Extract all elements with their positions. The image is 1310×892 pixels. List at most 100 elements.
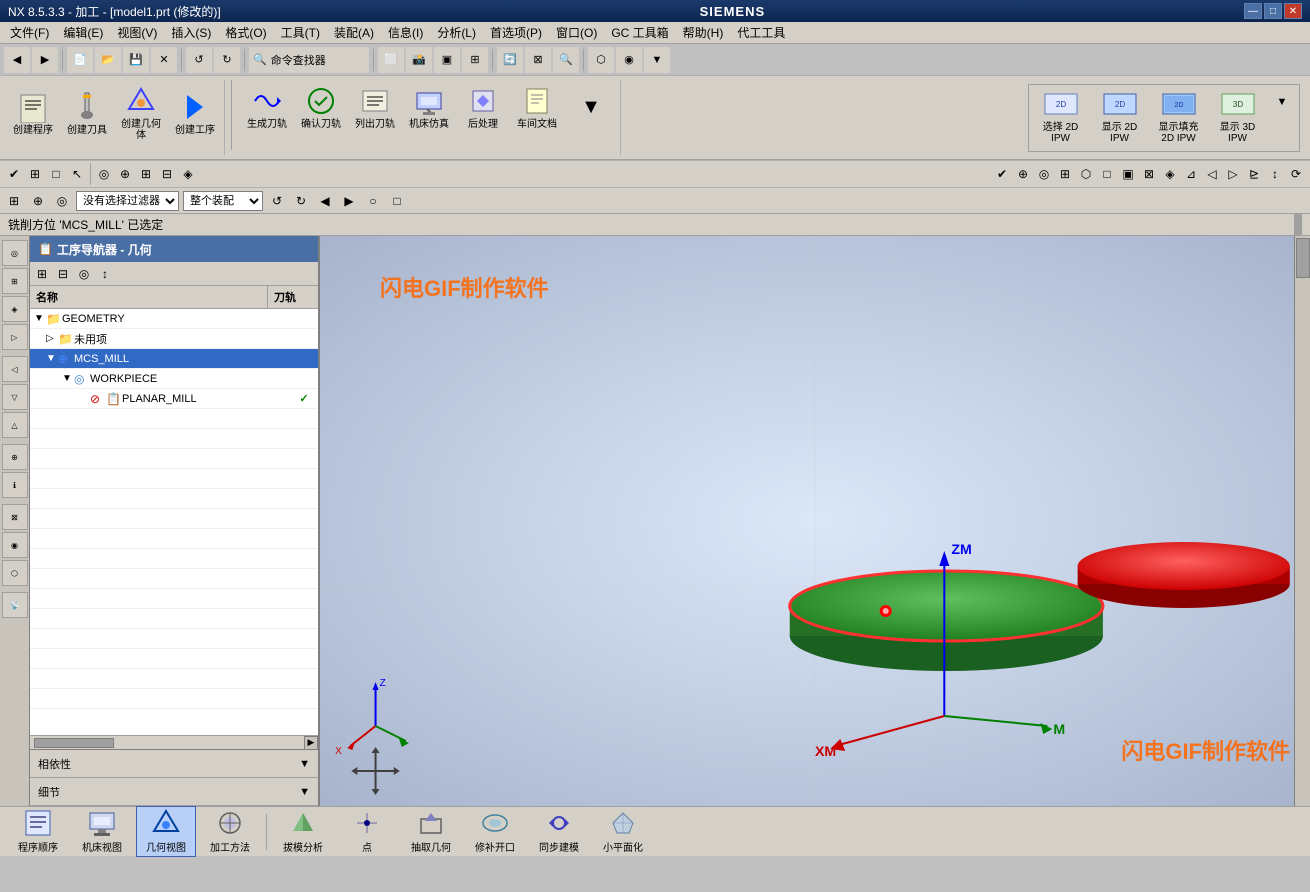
menu-item-9[interactable]: 首选项(P) (484, 22, 548, 43)
edge-tool-11[interactable]: ◉ (2, 532, 28, 558)
menu-item-12[interactable]: 帮助(H) (677, 22, 730, 43)
workpiece-row[interactable]: ▼ ◎ WORKPIECE (30, 369, 318, 389)
new-button[interactable]: 📄 (67, 47, 93, 73)
sel-tool-2[interactable]: ↻ (291, 191, 311, 211)
planar-mill-row[interactable]: ⊘ 📋 PLANAR_MILL ✓ (30, 389, 318, 409)
right-tool-13[interactable]: ⊵ (1244, 164, 1264, 184)
vscroll-thumb[interactable] (1296, 238, 1310, 278)
filter-dropdown[interactable]: 没有选择过滤器 (76, 191, 179, 211)
save-button[interactable]: 💾 (123, 47, 149, 73)
right-tool-11[interactable]: ◁ (1202, 164, 1222, 184)
redo-button[interactable]: ↻ (214, 47, 240, 73)
mcs-mill-row[interactable]: ▼ ⊕ MCS_MILL (30, 349, 318, 369)
zoom-btn[interactable]: 🔍 (553, 47, 579, 73)
menu-item-2[interactable]: 视图(V) (111, 22, 163, 43)
menu-item-3[interactable]: 插入(S) (165, 22, 217, 43)
edge-tool-12[interactable]: ⬡ (2, 560, 28, 586)
back-button[interactable]: ◀ (4, 47, 30, 73)
draft-analysis-button[interactable]: 拔模分析 (273, 806, 333, 857)
view-btn-3[interactable]: ▣ (434, 47, 460, 73)
viewport-vscroll[interactable] (1294, 236, 1310, 806)
snap3-icon[interactable]: ⊞ (136, 164, 156, 184)
machine-view-button[interactable]: 机床视图 (72, 806, 132, 857)
close-file-button[interactable]: ✕ (151, 47, 177, 73)
sel-icon-1[interactable]: ⊞ (4, 191, 24, 211)
edge-tool-2[interactable]: ⊞ (2, 268, 28, 294)
menu-item-13[interactable]: 代工工具 (731, 22, 791, 43)
sel-tool-1[interactable]: ↺ (267, 191, 287, 211)
create-tool-button[interactable]: 创建刀具 (62, 82, 112, 144)
forward-button[interactable]: ▶ (32, 47, 58, 73)
right-tool-5[interactable]: ⬡ (1076, 164, 1096, 184)
show-2d-ipw-button[interactable]: 2D 显示 2DIPW (1092, 89, 1147, 147)
view-btn-1[interactable]: ⬜ (378, 47, 404, 73)
verify-toolpath-button[interactable]: 确认刀轨 (296, 82, 346, 133)
open-button[interactable]: 📂 (95, 47, 121, 73)
viewport[interactable]: 闪电GIF制作软件 (320, 236, 1310, 806)
sel-tool-5[interactable]: ○ (363, 191, 383, 211)
more-btn[interactable]: ▼ (644, 47, 670, 73)
edge-tool-1[interactable]: ◎ (2, 240, 28, 266)
display-btn[interactable]: ◉ (616, 47, 642, 73)
command-finder-button[interactable]: 🔍 命令查找器 (249, 47, 369, 73)
right-tool-2[interactable]: ⊕ (1013, 164, 1033, 184)
ipw-more-button[interactable]: ▼ (1269, 89, 1295, 115)
filter-icon[interactable]: ⊞ (25, 164, 45, 184)
edge-tool-13[interactable]: 📡 (2, 592, 28, 618)
right-tool-4[interactable]: ⊞ (1055, 164, 1075, 184)
right-tool-14[interactable]: ↕ (1265, 164, 1285, 184)
undo-button[interactable]: ↺ (186, 47, 212, 73)
facet-button[interactable]: 小平面化 (593, 806, 653, 857)
right-tool-10[interactable]: ⊿ (1181, 164, 1201, 184)
machine-simulate-button[interactable]: 机床仿真 (404, 82, 454, 133)
sel-tool-6[interactable]: □ (387, 191, 407, 211)
dependence-section[interactable]: 相依性 ▼ (30, 750, 318, 778)
postprocess-button[interactable]: 后处理 (458, 82, 508, 133)
panel-tool-4[interactable]: ↕ (95, 264, 115, 284)
edge-tool-10[interactable]: ⊠ (2, 504, 28, 530)
right-tool-9[interactable]: ◈ (1160, 164, 1180, 184)
menu-item-7[interactable]: 信息(I) (382, 22, 429, 43)
menu-item-11[interactable]: GC 工具箱 (605, 22, 674, 43)
unused-row[interactable]: ▷ 📁 未用项 (30, 329, 318, 349)
extract-geometry-button[interactable]: 抽取几何 (401, 806, 461, 857)
show-3d-ipw-button[interactable]: 3D 显示 3DIPW (1210, 89, 1265, 147)
tree-content[interactable]: ▼ 📁 GEOMETRY ▷ 📁 未用项 ▼ ⊕ MCS_MILL ▼ ◎ (30, 309, 318, 735)
menu-item-1[interactable]: 编辑(E) (57, 22, 109, 43)
menu-item-6[interactable]: 装配(A) (328, 22, 380, 43)
generate-toolpath-button[interactable]: 生成刀轨 (242, 82, 292, 133)
menu-item-8[interactable]: 分析(L) (431, 22, 482, 43)
create-geometry-button[interactable]: 创建几何体 (116, 82, 166, 144)
close-button[interactable]: ✕ (1284, 3, 1302, 19)
create-program-button[interactable]: 创建程序 (8, 82, 58, 144)
list-toolpath-button[interactable]: 列出刀轨 (350, 82, 400, 133)
assembly-dropdown[interactable]: 整个装配 (183, 191, 263, 211)
right-tool-1[interactable]: ✔ (992, 164, 1012, 184)
edge-tool-9[interactable]: ℹ (2, 472, 28, 498)
geometry-view-button[interactable]: 几何视图 (136, 806, 196, 857)
program-order-button[interactable]: 程序顺序 (8, 806, 68, 857)
panel-tool-3[interactable]: ◎ (74, 264, 94, 284)
point-button[interactable]: 点 (337, 806, 397, 857)
select-icon[interactable]: ✔ (4, 164, 24, 184)
shop-doc-button[interactable]: 车间文档 (512, 82, 562, 133)
edge-tool-3[interactable]: ◈ (2, 296, 28, 322)
minimize-button[interactable]: — (1244, 3, 1262, 19)
snap2-icon[interactable]: ⊕ (115, 164, 135, 184)
right-tool-12[interactable]: ▷ (1223, 164, 1243, 184)
menu-item-0[interactable]: 文件(F) (4, 22, 55, 43)
right-tool-8[interactable]: ⊠ (1139, 164, 1159, 184)
menu-item-10[interactable]: 窗口(O) (550, 22, 603, 43)
sync-modeling-button[interactable]: 同步建模 (529, 806, 589, 857)
edge-tool-5[interactable]: ◁ (2, 356, 28, 382)
edge-tool-8[interactable]: ⊕ (2, 444, 28, 470)
right-tool-7[interactable]: ▣ (1118, 164, 1138, 184)
sel-tool-4[interactable]: ▶ (339, 191, 359, 211)
render-btn[interactable]: ⬡ (588, 47, 614, 73)
geometry-header-row[interactable]: ▼ 📁 GEOMETRY (30, 309, 318, 329)
snap-icon[interactable]: ◎ (94, 164, 114, 184)
panel-tool-1[interactable]: ⊞ (32, 264, 52, 284)
view-btn-2[interactable]: 📸 (406, 47, 432, 73)
edge-tool-4[interactable]: ▷ (2, 324, 28, 350)
select-2d-ipw-button[interactable]: 2D 选择 2DIPW (1033, 89, 1088, 147)
